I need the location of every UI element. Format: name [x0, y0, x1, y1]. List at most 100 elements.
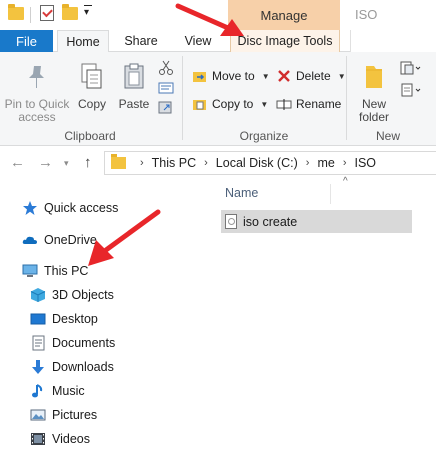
- column-header-name[interactable]: Name: [225, 186, 258, 200]
- copy-path-icon[interactable]: [158, 82, 174, 94]
- nav-item-videos[interactable]: Videos: [30, 428, 90, 450]
- nav-label: Videos: [52, 432, 90, 446]
- delete-button[interactable]: Delete ▼: [276, 66, 346, 86]
- ribbon-tabs: File Home Share View Disc Image Tools: [0, 30, 436, 53]
- new-group: New folder New: [348, 52, 432, 146]
- nav-item-pictures[interactable]: Pictures: [30, 404, 97, 426]
- picture-icon: [30, 409, 46, 421]
- paste-label: Paste: [118, 97, 150, 111]
- nav-item-onedrive[interactable]: OneDrive: [22, 229, 97, 251]
- organize-group: Move to ▼ Copy to ▼ Delete ▼ Rename Orga…: [184, 52, 346, 146]
- cut-icon[interactable]: [158, 60, 174, 76]
- breadcrumb-separator-icon[interactable]: ›: [306, 157, 310, 169]
- nav-item-downloads[interactable]: Downloads: [30, 356, 114, 378]
- computer-icon: [22, 264, 38, 277]
- recent-locations-chevron-icon[interactable]: ▾: [64, 158, 69, 169]
- move-to-label: Move to: [212, 69, 255, 83]
- document-icon: [32, 335, 45, 351]
- new-item-icon[interactable]: [400, 60, 422, 76]
- copy-label: Copy: [77, 97, 106, 111]
- cube-icon: [30, 288, 46, 302]
- nav-label: Desktop: [52, 312, 98, 326]
- ribbon: Pin to Quick access Copy Paste Clipboard…: [0, 52, 436, 146]
- breadcrumb-iso[interactable]: ISO: [354, 156, 376, 170]
- organize-group-label: Organize: [239, 129, 289, 143]
- new-group-label: New: [375, 129, 400, 143]
- new-folder-icon[interactable]: [62, 4, 78, 20]
- move-to-icon: [193, 72, 206, 82]
- new-folder-button[interactable]: New folder: [352, 62, 396, 124]
- breadcrumb-me[interactable]: me: [317, 156, 334, 170]
- up-arrow-icon[interactable]: ↑: [84, 154, 92, 171]
- rename-label: Rename: [296, 97, 342, 111]
- paste-button[interactable]: Paste: [116, 62, 152, 111]
- disc-image-file-icon: [225, 214, 237, 229]
- navigation-bar: ← → ▾ ↑ › This PC › Local Disk (C:) › me…: [0, 146, 436, 180]
- back-arrow-icon[interactable]: ←: [10, 154, 25, 171]
- breadcrumb-separator-icon[interactable]: ›: [343, 157, 347, 169]
- nav-item-3d-objects[interactable]: 3D Objects: [30, 284, 114, 306]
- nav-label-quick-access: Quick access: [44, 201, 119, 215]
- tab-file[interactable]: File: [0, 30, 53, 52]
- star-icon: [23, 201, 37, 215]
- clipboard-group-label: Clipboard: [64, 129, 116, 143]
- breadcrumb-separator-icon[interactable]: ›: [204, 157, 208, 169]
- cloud-icon: [22, 236, 37, 244]
- easy-access-icon[interactable]: [400, 82, 422, 98]
- nav-item-documents[interactable]: Documents: [30, 332, 115, 354]
- file-row[interactable]: iso create: [221, 210, 412, 233]
- pin-to-quick-access-label: Pin to Quick access: [4, 97, 70, 124]
- copy-icon: [81, 63, 102, 89]
- tab-share[interactable]: Share: [116, 30, 166, 52]
- nav-label: Downloads: [52, 360, 114, 374]
- chevron-down-icon: ▼: [260, 99, 269, 109]
- download-arrow-icon: [32, 360, 44, 374]
- file-name: iso create: [243, 214, 298, 229]
- ribbon-tab-strip-filler: [350, 30, 436, 52]
- copy-to-icon: [193, 100, 206, 110]
- copy-to-button[interactable]: Copy to ▼: [192, 94, 268, 114]
- desktop-icon: [30, 313, 46, 325]
- nav-item-music[interactable]: Music: [30, 380, 85, 402]
- sort-ascending-icon: ^: [343, 176, 348, 187]
- nav-item-quick-access[interactable]: Quick access: [22, 197, 118, 219]
- music-note-icon: [32, 384, 43, 398]
- column-divider[interactable]: [330, 184, 331, 204]
- nav-item-desktop[interactable]: Desktop: [30, 308, 98, 330]
- breadcrumb-local-disk[interactable]: Local Disk (C:): [216, 156, 298, 170]
- breadcrumb-this-pc[interactable]: This PC: [152, 156, 196, 170]
- move-to-button[interactable]: Move to ▼: [192, 66, 270, 86]
- quick-access-divider: [30, 7, 31, 23]
- tab-disc-image-tools[interactable]: Disc Image Tools: [230, 30, 340, 52]
- rename-button[interactable]: Rename: [276, 94, 341, 114]
- chevron-down-icon: ▼: [337, 71, 346, 81]
- paste-shortcut-icon[interactable]: [158, 100, 174, 114]
- film-icon: [31, 433, 45, 445]
- window-title: ISO: [355, 7, 378, 22]
- folder-icon[interactable]: [8, 4, 24, 20]
- breadcrumb-separator-icon[interactable]: ›: [140, 157, 144, 169]
- ribbon-divider: [346, 56, 347, 140]
- navigation-pane: Quick access OneDrive This PC 3D Objects…: [0, 180, 205, 452]
- nav-label: Music: [52, 384, 85, 398]
- address-bar[interactable]: › This PC › Local Disk (C:) › me › ISO: [104, 151, 436, 175]
- tab-home[interactable]: Home: [57, 30, 109, 53]
- paste-icon: [124, 63, 144, 89]
- folder-icon: [111, 154, 126, 169]
- rename-icon: [276, 99, 292, 110]
- tab-view[interactable]: View: [175, 30, 221, 52]
- properties-icon[interactable]: [40, 5, 54, 21]
- copy-button[interactable]: Copy: [74, 62, 110, 111]
- nav-item-this-pc[interactable]: This PC: [22, 260, 88, 282]
- delete-icon: [278, 70, 290, 82]
- delete-label: Delete: [296, 69, 331, 83]
- forward-arrow-icon[interactable]: →: [38, 154, 53, 171]
- nav-label: Documents: [52, 336, 116, 350]
- manage-context-tab-group: Manage: [228, 0, 340, 30]
- copy-to-label: Copy to: [212, 97, 254, 111]
- title-bar: ▾ Manage ISO: [0, 0, 436, 30]
- customize-quick-access-button[interactable]: ▾: [84, 5, 92, 18]
- pin-icon: [29, 66, 44, 88]
- nav-label-onedrive: OneDrive: [44, 233, 97, 247]
- pin-to-quick-access-button[interactable]: Pin to Quick access: [4, 62, 70, 124]
